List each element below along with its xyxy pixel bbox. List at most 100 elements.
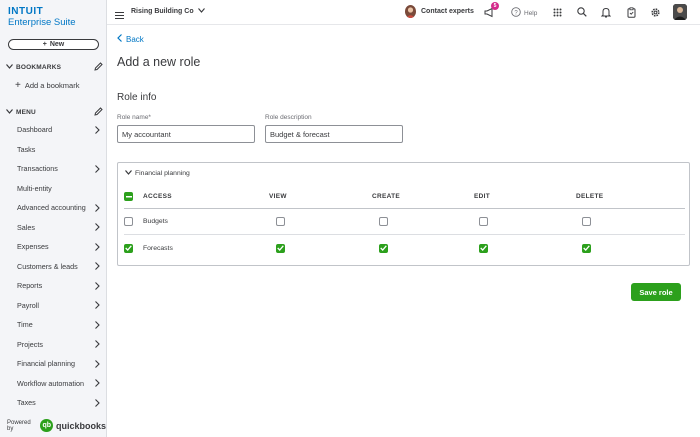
- back-link[interactable]: Back: [117, 34, 144, 44]
- sidebar-item[interactable]: Time: [0, 315, 107, 335]
- sidebar-item[interactable]: Multi-entity: [0, 179, 107, 199]
- sidebar-item[interactable]: Payroll: [0, 296, 107, 316]
- sidebar-item[interactable]: Financial planning: [0, 354, 107, 374]
- permissions-table: ACCESS VIEW CREATE EDIT DELETE Budgets Fo…: [124, 185, 685, 261]
- sidebar-item[interactable]: Advanced accounting: [0, 198, 107, 218]
- chevron-left-icon: [117, 34, 122, 44]
- permission-checkbox[interactable]: [582, 217, 591, 226]
- bookmarks-header[interactable]: BOOKMARKS: [6, 62, 103, 73]
- edit-bookmarks-icon[interactable]: [93, 62, 103, 73]
- brand-logo[interactable]: INTUIT Enterprise Suite: [8, 6, 76, 28]
- powered-by-label: Powered by: [7, 419, 31, 432]
- sidebar-item-label: Advanced accounting: [17, 203, 86, 213]
- user-avatar[interactable]: [673, 4, 687, 20]
- sidebar-item-label: Transactions: [17, 164, 58, 174]
- sidebar-item[interactable]: Tasks: [0, 140, 107, 160]
- column-header-edit: EDIT: [474, 193, 491, 200]
- expert-avatar-icon: [405, 5, 416, 18]
- permission-rows: Budgets Forecasts: [124, 209, 685, 261]
- powered-by: Powered by qb quickbooks: [7, 419, 106, 432]
- notifications-megaphone-icon[interactable]: 5: [483, 2, 499, 18]
- permission-checkbox[interactable]: [379, 217, 388, 226]
- new-button-label: New: [49, 41, 65, 48]
- sidebar-item[interactable]: Projects: [0, 335, 107, 355]
- chevron-right-icon: [93, 359, 101, 368]
- row-checkbox[interactable]: [124, 217, 133, 226]
- chevron-right-icon: [93, 164, 101, 173]
- chevron-down-icon: [125, 170, 132, 177]
- company-name: Rising Building Co: [131, 8, 194, 15]
- sidebar-item-label: Multi-entity: [17, 183, 52, 193]
- role-description-input[interactable]: Budget & forecast: [265, 125, 403, 143]
- permission-cell: [276, 235, 285, 261]
- row-select-cell: [124, 235, 133, 261]
- sidebar-item-label: Customers & leads: [17, 261, 78, 271]
- sidebar-item[interactable]: Taxes: [0, 393, 107, 413]
- quickbooks-logo-icon: qb: [40, 419, 53, 432]
- permission-cell: [276, 209, 285, 234]
- select-all-checkbox[interactable]: [124, 192, 133, 201]
- sidebar-item[interactable]: Customers & leads: [0, 257, 107, 277]
- bell-icon[interactable]: [600, 6, 612, 18]
- company-switcher[interactable]: Rising Building Co: [131, 8, 205, 15]
- menu-header[interactable]: MENU: [6, 107, 103, 118]
- apps-grid-icon[interactable]: [551, 6, 563, 18]
- edit-menu-icon[interactable]: [93, 107, 103, 118]
- top-bar: Rising Building Co Contact experts 5 ? H…: [107, 0, 700, 25]
- select-all-cell: [124, 185, 133, 208]
- chevron-right-icon: [93, 125, 101, 134]
- sidebar-item-label: Workflow automation: [17, 378, 84, 388]
- permission-cell: [479, 235, 488, 261]
- row-name: Forecasts: [143, 244, 173, 252]
- brand-sub: Enterprise Suite: [8, 17, 76, 28]
- permission-checkbox[interactable]: [479, 217, 488, 226]
- column-header-access: ACCESS: [143, 193, 172, 200]
- sidebar-item[interactable]: Dashboard: [0, 120, 107, 140]
- permission-cell: [582, 235, 591, 261]
- section-title: Role info: [117, 92, 157, 103]
- bookmarks-label: BOOKMARKS: [16, 64, 62, 71]
- permission-checkbox[interactable]: [479, 243, 488, 253]
- permission-checkbox[interactable]: [582, 243, 591, 253]
- nav-list: Dashboard Tasks Transactions Multi-entity Ad…: [0, 120, 107, 413]
- financial-planning-toggle[interactable]: Financial planning: [125, 170, 190, 177]
- sidebar-item-label: Sales: [17, 222, 35, 232]
- sidebar: INTUIT Enterprise Suite + New BOOKMARKS …: [0, 0, 107, 437]
- permission-cell: [479, 209, 488, 234]
- save-role-button[interactable]: Save role: [631, 283, 681, 301]
- quickbooks-word: quickbooks: [55, 420, 106, 431]
- permission-checkbox[interactable]: [276, 217, 285, 226]
- chevron-down-icon: [197, 8, 205, 15]
- chevron-down-icon: [6, 64, 16, 71]
- sidebar-item[interactable]: Transactions: [0, 159, 107, 179]
- sidebar-item[interactable]: Sales: [0, 218, 107, 238]
- role-name-label: Role name*: [117, 114, 151, 121]
- new-button[interactable]: + New: [8, 39, 99, 50]
- add-bookmark[interactable]: + Add a bookmark: [15, 80, 79, 91]
- hamburger-menu-icon[interactable]: [115, 7, 124, 20]
- chevron-right-icon: [93, 262, 101, 271]
- sidebar-item-label: Time: [17, 320, 33, 330]
- sidebar-item[interactable]: Reports: [0, 276, 107, 296]
- row-checkbox[interactable]: [124, 243, 133, 253]
- permission-checkbox[interactable]: [379, 243, 388, 253]
- help-button[interactable]: ? Help: [511, 7, 537, 19]
- permission-cell: [379, 209, 388, 234]
- search-icon[interactable]: [576, 6, 588, 18]
- sidebar-item-label: Taxes: [17, 398, 36, 408]
- chevron-right-icon: [93, 281, 101, 290]
- back-label: Back: [126, 34, 144, 44]
- table-header-row: ACCESS VIEW CREATE EDIT DELETE: [124, 185, 685, 209]
- gear-icon[interactable]: [649, 6, 661, 18]
- sidebar-item[interactable]: Workflow automation: [0, 374, 107, 394]
- clipboard-icon[interactable]: [625, 6, 637, 18]
- sidebar-item[interactable]: Expenses: [0, 237, 107, 257]
- permission-checkbox[interactable]: [276, 243, 285, 253]
- help-icon: ?: [511, 7, 521, 19]
- role-name-input[interactable]: My accountant: [117, 125, 255, 143]
- chevron-right-icon: [93, 398, 101, 407]
- group-name: Financial planning: [135, 170, 190, 177]
- permission-cell: [379, 235, 388, 261]
- contact-experts-button[interactable]: Contact experts: [405, 5, 474, 18]
- role-description-label: Role description: [265, 114, 312, 121]
